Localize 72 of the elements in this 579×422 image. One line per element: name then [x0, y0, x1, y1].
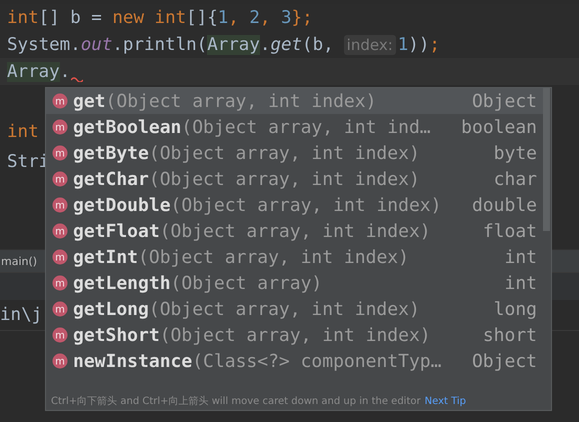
method-icon: m [52, 301, 68, 317]
method-icon: m [52, 327, 68, 343]
highlighted-identifier: Array [207, 34, 260, 54]
completion-item[interactable]: m getLength(Object array) int [46, 270, 543, 296]
return-type: float [482, 220, 537, 242]
return-type: byte [494, 142, 537, 164]
highlighted-identifier: Array [7, 62, 60, 82]
keyword: int [154, 8, 186, 28]
number-literal: 3 [281, 8, 292, 28]
return-type: Object [472, 90, 537, 112]
code-text: []{ [186, 8, 218, 28]
punctuation: , [260, 8, 272, 28]
method-icon: m [52, 249, 68, 265]
method-signature: getInt(Object array, int index) [73, 246, 410, 268]
completion-item[interactable]: m getFloat(Object array, int index) float [46, 218, 543, 244]
method-signature: getBoolean(Object array, int ind… [73, 116, 432, 138]
completion-item[interactable]: m getInt(Object array, int index) int [46, 244, 543, 270]
parameter-hint: index: [344, 34, 396, 54]
completion-item[interactable]: m getLong(Object array, int index) long [46, 296, 543, 322]
method-icon: m [52, 93, 68, 109]
method-signature: getShort(Object array, int index) [73, 324, 432, 346]
punctuation: , [228, 8, 240, 28]
method-signature: getDouble(Object array, int index) [73, 194, 442, 216]
method-icon: m [52, 223, 68, 239]
method-signature: newInstance(Class<?> componentTyp… [73, 350, 442, 372]
keyword: int [7, 122, 39, 142]
error-squiggle-icon [71, 76, 84, 82]
code-text: . [260, 34, 270, 54]
number-literal: 1 [218, 8, 228, 28]
method-signature: getLength(Object array) [73, 272, 324, 294]
return-type: short [482, 324, 537, 346]
method-signature: getByte(Object array, int index) [73, 142, 421, 164]
punctuation: ; [429, 34, 440, 54]
method-icon: m [52, 171, 68, 187]
completion-item[interactable]: m getShort(Object array, int index) short [46, 322, 543, 348]
completion-item[interactable]: m get(Object array, int index) Object [46, 88, 543, 114]
number-literal: 1 [398, 34, 408, 54]
code-text: )) [408, 34, 430, 54]
keyword: int [7, 8, 39, 28]
method-signature: getLong(Object array, int index) [73, 298, 421, 320]
method-icon: m [52, 353, 68, 369]
field-name: out [80, 34, 112, 54]
return-type: boolean [461, 116, 537, 138]
return-type: long [494, 298, 537, 320]
method-signature: getFloat(Object array, int index) [73, 220, 432, 242]
completion-item[interactable]: m newInstance(Class<?> componentTyp… Object [46, 348, 543, 374]
completion-item[interactable]: m getBoolean(Object array, int ind… boolean [46, 114, 543, 140]
method-signature: get(Object array, int index) [73, 90, 378, 112]
return-type: double [472, 194, 537, 216]
scrollbar-thumb[interactable] [543, 88, 550, 231]
console-text: in\j [0, 305, 42, 325]
keyword: new [112, 8, 145, 28]
return-type: Object [472, 350, 537, 372]
code-text: (b, [302, 34, 334, 54]
method-icon: m [52, 197, 68, 213]
breadcrumb-item[interactable]: main() [0, 254, 38, 268]
completion-item[interactable]: m getDouble(Object array, int index) double [46, 192, 543, 218]
method-name: get [270, 34, 302, 54]
method-icon: m [52, 275, 68, 291]
code-text: . [60, 62, 70, 82]
number-literal: 2 [249, 8, 260, 28]
hint-text: Ctrl+向下箭头 and Ctrl+向上箭头 will move caret down and up in the editor [51, 394, 421, 408]
method-icon: m [52, 119, 68, 135]
code-text: System. [7, 34, 81, 54]
code-text: .println( [112, 34, 208, 54]
method-signature: getChar(Object array, int index) [73, 168, 421, 190]
punctuation: }; [292, 8, 313, 28]
return-type: int [504, 272, 537, 294]
code-text: [] b = [38, 8, 103, 28]
return-type: int [504, 246, 537, 268]
return-type: char [494, 168, 537, 190]
method-icon: m [52, 145, 68, 161]
